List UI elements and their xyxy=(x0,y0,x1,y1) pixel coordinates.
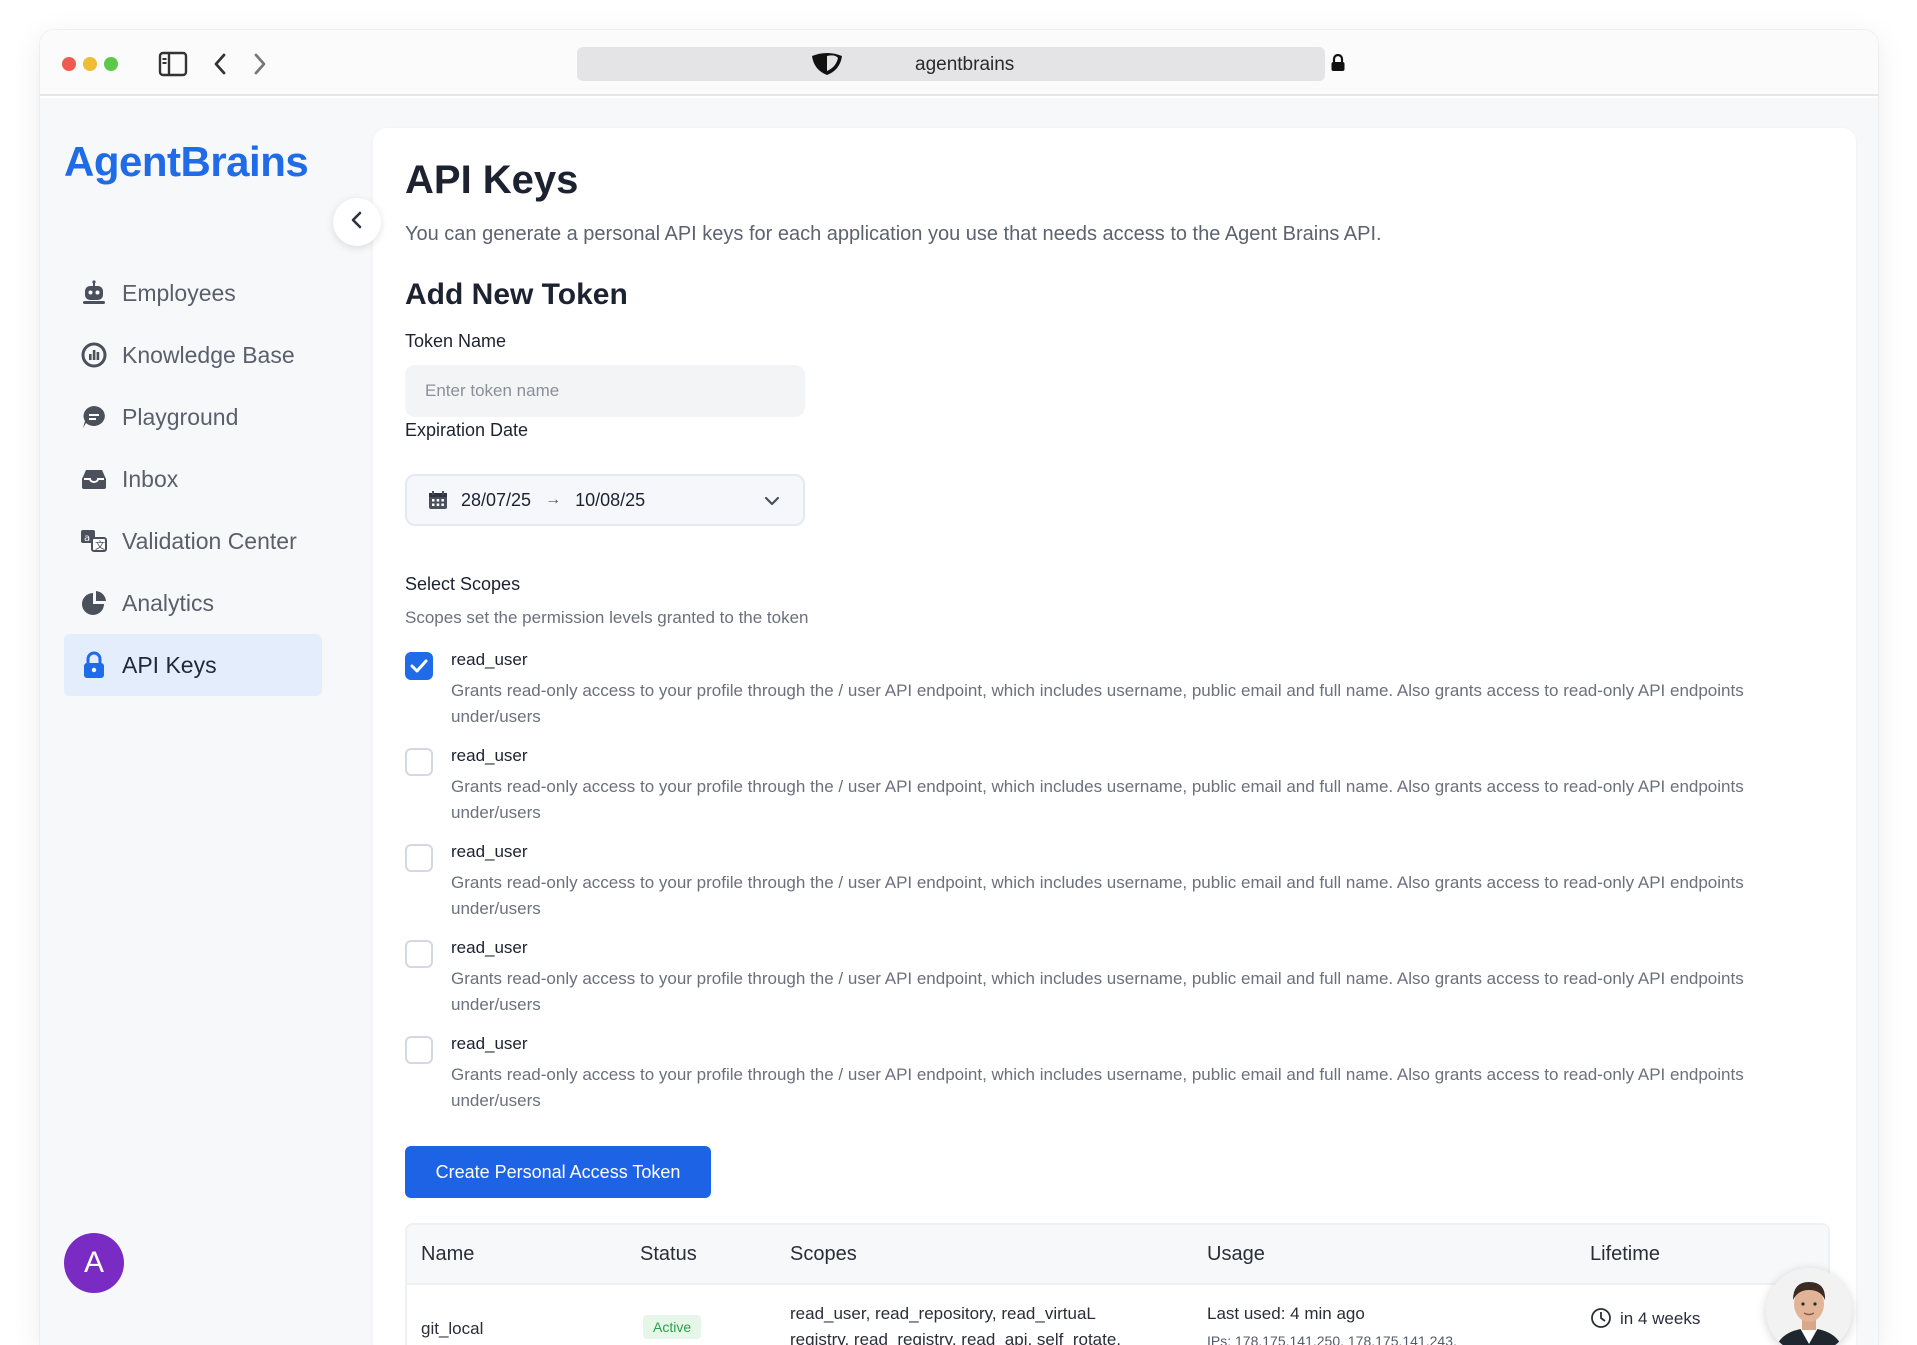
browser-window: agentbrains AgentBrains Employees Knowle… xyxy=(40,30,1878,1345)
scope-name: read_user xyxy=(451,746,528,765)
token-scopes-line: read_user, read_repository, read_virtuaL xyxy=(790,1304,1096,1323)
inbox-tray-icon xyxy=(78,463,110,495)
checkmark-icon xyxy=(410,659,428,673)
sidebar-item-inbox[interactable]: Inbox xyxy=(64,448,322,510)
address-bar[interactable]: agentbrains xyxy=(577,47,1325,81)
scope-checkbox[interactable] xyxy=(405,1036,433,1064)
maximize-window-button[interactable] xyxy=(104,57,118,71)
date-range-arrow: → xyxy=(545,491,562,508)
person-portrait-icon xyxy=(1766,1268,1852,1345)
scopes-hint: Scopes set the permission levels granted… xyxy=(405,608,809,627)
token-name-input[interactable] xyxy=(405,365,805,417)
token-name-cell: git_local xyxy=(421,1319,484,1338)
token-ips-cell: IPs: 178.175.141.250, 178.175.141.243, xyxy=(1207,1333,1457,1345)
scope-checkbox[interactable] xyxy=(405,748,433,776)
padlock-icon xyxy=(1330,53,1346,76)
expiration-end-date: 10/08/25 xyxy=(575,489,646,510)
create-token-button[interactable]: Create Personal Access Token xyxy=(405,1146,711,1198)
minimize-window-button[interactable] xyxy=(83,57,97,71)
expiration-date-picker[interactable]: 28/07/25 → 10/08/25 xyxy=(405,474,805,526)
sidebar-item-validation-center[interactable]: a文 Validation Center xyxy=(64,510,322,572)
back-arrow-icon[interactable] xyxy=(203,48,237,80)
scope-description: Grants read-only access to your profile … xyxy=(451,681,1744,726)
scope-description: Grants read-only access to your profile … xyxy=(451,777,1744,822)
scope-description: Grants read-only access to your profile … xyxy=(451,1065,1744,1110)
sidebar-item-playground[interactable]: Playground xyxy=(64,386,322,448)
robot-icon xyxy=(78,277,110,309)
token-scopes-line: registry, read_registry, read_api, self_… xyxy=(790,1330,1122,1345)
lock-icon xyxy=(78,649,110,681)
tokens-table: Name Status Scopes Usage Lifetime git_lo… xyxy=(405,1223,1830,1345)
scope-description: Grants read-only access to your profile … xyxy=(451,969,1744,1014)
collapse-sidebar-button[interactable] xyxy=(333,198,381,246)
browser-titlebar: agentbrains xyxy=(40,30,1878,96)
main-content: API Keys You can generate a personal API… xyxy=(373,128,1856,1345)
sidebar-item-label: Validation Center xyxy=(122,527,297,554)
sidebar-item-label: Inbox xyxy=(122,465,179,492)
expiration-date-label: Expiration Date xyxy=(405,420,529,440)
chevron-down-icon xyxy=(763,491,781,512)
sidebar-toggle-icon[interactable] xyxy=(156,48,190,80)
chevron-left-icon xyxy=(350,210,364,234)
scope-name: read_user xyxy=(451,842,528,861)
sidebar-item-label: Playground xyxy=(122,403,239,430)
table-header: Name Status Scopes Usage Lifetime xyxy=(407,1225,1828,1285)
scope-name: read_user xyxy=(451,938,528,957)
app-logo: AgentBrains xyxy=(64,138,309,185)
sidebar-item-employees[interactable]: Employees xyxy=(64,262,322,324)
page-title: API Keys xyxy=(405,158,579,202)
calendar-icon xyxy=(427,489,449,511)
pie-chart-icon xyxy=(78,587,110,619)
clock-icon xyxy=(1590,1307,1612,1333)
chat-bubble-icon xyxy=(78,401,110,433)
sidebar-item-label: API Keys xyxy=(122,651,217,678)
sidebar-item-label: Knowledge Base xyxy=(122,341,295,368)
token-usage-cell: Last used: 4 min ago xyxy=(1207,1304,1365,1323)
user-avatar[interactable]: A xyxy=(64,1233,124,1293)
select-scopes-label: Select Scopes xyxy=(405,574,521,594)
token-lifetime-cell: in 4 weeks xyxy=(1620,1309,1701,1328)
sidebar-item-knowledge-base[interactable]: Knowledge Base xyxy=(64,324,322,386)
page-subtitle: You can generate a personal API keys for… xyxy=(405,223,1382,245)
token-name-label: Token Name xyxy=(405,331,507,351)
form-title: Add New Token xyxy=(405,278,628,311)
column-header-usage[interactable]: Usage xyxy=(1207,1243,1265,1266)
chart-circle-icon xyxy=(78,339,110,371)
column-header-status[interactable]: Status xyxy=(640,1243,697,1266)
shield-icon xyxy=(810,52,844,80)
support-agent-avatar[interactable] xyxy=(1766,1268,1852,1345)
svg-text:a: a xyxy=(84,533,90,544)
app-area: AgentBrains Employees Knowledge Base Pla… xyxy=(40,98,1878,1345)
scope-checkbox[interactable] xyxy=(405,940,433,968)
scope-name: read_user xyxy=(451,1034,528,1053)
sidebar-item-api-keys[interactable]: API Keys xyxy=(64,634,322,696)
sidebar: AgentBrains Employees Knowledge Base Pla… xyxy=(40,98,350,1345)
close-window-button[interactable] xyxy=(62,57,76,71)
translate-icon: a文 xyxy=(78,525,110,557)
url-text: agentbrains xyxy=(915,54,1015,75)
sidebar-item-analytics[interactable]: Analytics xyxy=(64,572,322,634)
scope-description: Grants read-only access to your profile … xyxy=(451,873,1744,918)
column-header-scopes[interactable]: Scopes xyxy=(790,1243,857,1266)
column-header-name[interactable]: Name xyxy=(421,1243,474,1266)
forward-arrow-icon[interactable] xyxy=(243,48,277,80)
svg-text:文: 文 xyxy=(95,539,105,552)
scope-name: read_user xyxy=(451,650,528,669)
scope-checkbox[interactable] xyxy=(405,844,433,872)
sidebar-item-label: Employees xyxy=(122,279,236,306)
status-badge: Active xyxy=(643,1315,702,1339)
sidebar-item-label: Analytics xyxy=(122,589,215,616)
scope-checkbox[interactable] xyxy=(405,652,433,680)
expiration-start-date: 28/07/25 xyxy=(461,489,532,510)
column-header-lifetime[interactable]: Lifetime xyxy=(1590,1243,1660,1266)
